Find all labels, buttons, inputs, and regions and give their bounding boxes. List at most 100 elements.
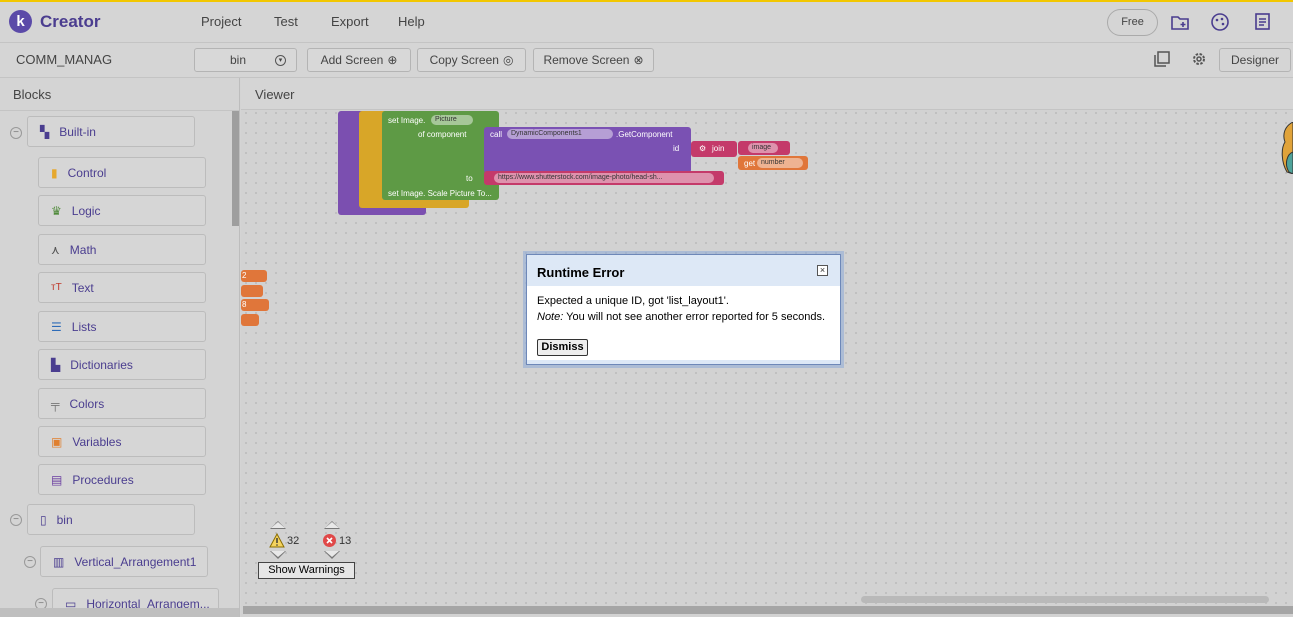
project-name: COMM_MANAG bbox=[16, 52, 113, 67]
side-block[interactable]: 8 bbox=[241, 299, 269, 311]
palette-icon[interactable] bbox=[1209, 11, 1231, 33]
app-logo-icon[interactable]: k bbox=[9, 10, 32, 33]
gallery-icon[interactable] bbox=[1153, 50, 1171, 68]
blocks-horizontal-scrollbar[interactable] bbox=[0, 608, 239, 617]
warning-count: 32 bbox=[287, 535, 300, 547]
app-title[interactable]: Creator bbox=[40, 12, 100, 32]
category-label: Procedures bbox=[72, 472, 134, 487]
category-label: Lists bbox=[71, 319, 97, 334]
category-lists[interactable]: ☰ Lists bbox=[38, 311, 206, 342]
number-dropdown[interactable]: number bbox=[757, 158, 803, 168]
blocks-panel-title: Blocks bbox=[13, 87, 52, 102]
category-label: Logic bbox=[71, 203, 101, 218]
category-label: Control bbox=[67, 165, 107, 180]
side-block[interactable]: 2 bbox=[241, 270, 267, 282]
tree-item-builtin[interactable]: ▚ Built-in bbox=[27, 116, 195, 147]
viewer-title-bar: Viewer bbox=[241, 78, 1293, 110]
dialog-footer bbox=[527, 360, 840, 364]
category-control[interactable]: ▮ Control bbox=[38, 157, 206, 188]
chevron-down-icon: ▾ bbox=[275, 54, 286, 66]
error-note: Note: You will not see another error rep… bbox=[537, 311, 825, 323]
tree-item-screen-bin[interactable]: ▯ bin bbox=[27, 504, 195, 535]
math-icon: ⋏ bbox=[51, 242, 60, 257]
copy-icon: ◎ bbox=[502, 53, 514, 67]
category-math[interactable]: ⋏ Math bbox=[38, 234, 206, 265]
side-block-label: 8 bbox=[242, 300, 247, 309]
procedures-icon: ▤ bbox=[51, 472, 63, 487]
dialog-header: Runtime Error × bbox=[527, 255, 840, 286]
dismiss-button[interactable]: Dismiss bbox=[537, 339, 588, 356]
menu-help[interactable]: Help bbox=[398, 14, 425, 29]
side-block[interactable] bbox=[241, 285, 263, 297]
side-block-label: 2 bbox=[242, 271, 247, 280]
collapse-vertical-toggle[interactable]: − bbox=[24, 556, 36, 568]
phone-icon: ▯ bbox=[40, 512, 47, 527]
copy-screen-button[interactable]: Copy Screen ◎ bbox=[417, 48, 526, 72]
error-icon bbox=[323, 534, 336, 547]
projects-icon[interactable] bbox=[1251, 11, 1273, 33]
screen-select[interactable]: bin ▾ bbox=[194, 48, 297, 72]
remove-screen-label: Remove Screen bbox=[543, 53, 630, 67]
blocks-panel: Blocks − ▚ Built-in ▮ Control ♛ Logic ⋏ … bbox=[0, 78, 240, 617]
category-label: Math bbox=[69, 242, 97, 257]
top-nav-bar: k Creator Project Test Export Help Free bbox=[0, 2, 1293, 43]
show-warnings-button[interactable]: Show Warnings bbox=[258, 562, 355, 579]
runtime-error-dialog: Runtime Error × Expected a unique ID, go… bbox=[526, 254, 841, 365]
menu-export[interactable]: Export bbox=[331, 14, 369, 29]
dynamic-components-dropdown[interactable]: DynamicComponents1 bbox=[507, 129, 613, 139]
blocks-scrollbar[interactable] bbox=[232, 111, 239, 226]
colors-icon: ╤ bbox=[51, 396, 60, 411]
set-image-label: set Image. bbox=[388, 116, 426, 125]
new-folder-icon[interactable] bbox=[1169, 11, 1191, 33]
vertical-arrangement-icon: ▥ bbox=[53, 554, 65, 569]
note-label: Note: bbox=[537, 311, 564, 323]
category-label: Colors bbox=[69, 396, 105, 411]
collapse-screen-toggle[interactable]: − bbox=[10, 514, 22, 526]
category-label: Text bbox=[71, 280, 94, 295]
prev-warning-arrow-icon[interactable] bbox=[270, 521, 286, 529]
viewer-horizontal-scrollbar[interactable] bbox=[243, 606, 1293, 614]
category-dictionaries[interactable]: ▙ Dictionaries bbox=[38, 349, 206, 380]
url-text-value[interactable]: https://www.shutterstock.com/image-photo… bbox=[494, 173, 714, 183]
designer-button[interactable]: Designer bbox=[1219, 48, 1291, 72]
picture-dropdown[interactable]: Picture bbox=[431, 115, 473, 125]
category-variables[interactable]: ▣ Variables bbox=[38, 426, 206, 457]
next-error-arrow-icon[interactable] bbox=[324, 551, 340, 559]
get-label: get bbox=[744, 159, 756, 168]
panel-divider bbox=[0, 110, 239, 111]
category-label: Variables bbox=[72, 434, 122, 449]
to-label: to bbox=[466, 174, 473, 183]
side-block[interactable] bbox=[241, 314, 259, 326]
prev-error-arrow-icon[interactable] bbox=[324, 521, 340, 529]
screen-toolbar: COMM_MANAG bin ▾ Add Screen ⊕ Copy Scree… bbox=[0, 43, 1293, 78]
menu-test[interactable]: Test bbox=[274, 14, 298, 29]
lists-icon: ☰ bbox=[51, 319, 62, 334]
tree-item-screen-label: bin bbox=[56, 512, 73, 527]
logic-icon: ♛ bbox=[51, 203, 62, 218]
error-count: 13 bbox=[339, 535, 352, 547]
get-component-label: .GetComponent bbox=[616, 130, 673, 139]
plan-badge-button[interactable]: Free bbox=[1107, 9, 1158, 36]
category-text[interactable]: тT Text bbox=[38, 272, 206, 303]
mascot-icon bbox=[1281, 122, 1293, 174]
add-screen-button[interactable]: Add Screen ⊕ bbox=[307, 48, 411, 72]
id-label: id bbox=[673, 144, 680, 153]
category-colors[interactable]: ╤ Colors bbox=[38, 388, 206, 419]
tree-item-builtin-label: Built-in bbox=[59, 124, 96, 139]
of-component-label: of component bbox=[418, 130, 467, 139]
remove-circle-icon: ⊗ bbox=[633, 53, 644, 67]
collapse-builtin-toggle[interactable]: − bbox=[10, 127, 22, 139]
category-logic[interactable]: ♛ Logic bbox=[38, 195, 206, 226]
category-procedures[interactable]: ▤ Procedures bbox=[38, 464, 206, 495]
tree-item-vertical-arrangement[interactable]: ▥ Vertical_Arrangement1 bbox=[40, 546, 208, 577]
note-text: You will not see another error reported … bbox=[563, 311, 826, 323]
menu-project[interactable]: Project bbox=[201, 14, 241, 29]
settings-icon[interactable] bbox=[1190, 50, 1208, 68]
text-image-value[interactable]: image bbox=[748, 143, 778, 153]
next-warning-arrow-icon[interactable] bbox=[270, 551, 286, 559]
remove-screen-button[interactable]: Remove Screen ⊗ bbox=[533, 48, 654, 72]
close-icon[interactable]: × bbox=[817, 265, 828, 276]
viewer-scrollbar-thumb[interactable] bbox=[861, 596, 1269, 603]
dictionaries-icon: ▙ bbox=[51, 357, 61, 372]
join-label: join bbox=[712, 144, 725, 153]
